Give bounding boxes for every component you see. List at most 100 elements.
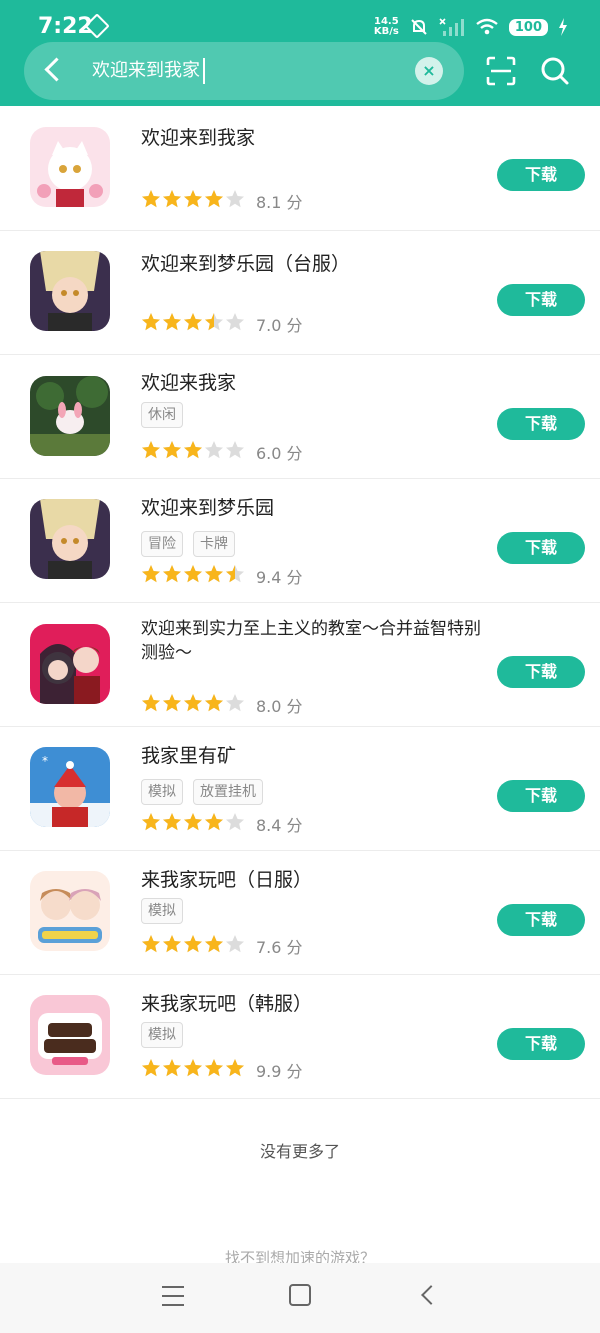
result-item[interactable]: 欢迎来到梦乐园 冒险 卡牌 9.4 分 下载 — [0, 478, 600, 603]
game-icon-image[interactable] — [30, 499, 110, 579]
download-button[interactable]: 下载 — [497, 159, 585, 191]
tag[interactable]: 模拟 — [141, 779, 183, 805]
search-input[interactable]: 欢迎来到我家 — [92, 58, 205, 84]
rating: 8.4 分 — [141, 812, 303, 836]
result-item[interactable]: 欢迎来到实力至上主义的教室～合并益智特别测验～ 8.0 分 下载 — [0, 602, 600, 727]
star-icon — [163, 1059, 181, 1077]
game-icon-image[interactable] — [30, 871, 110, 951]
star-icon — [226, 1059, 244, 1077]
game-title[interactable]: 欢迎来到梦乐园（台服） — [141, 252, 490, 276]
scan-icon[interactable] — [486, 56, 516, 86]
star-icon — [163, 190, 181, 208]
tag[interactable]: 模拟 — [141, 1022, 183, 1048]
game-title[interactable]: 我家里有矿 — [141, 744, 490, 768]
rating: 8.0 分 — [141, 693, 303, 717]
rating-score: 9.9 分 — [256, 1062, 303, 1081]
game-icon-image[interactable] — [30, 995, 110, 1075]
game-icon-image[interactable] — [30, 624, 110, 704]
tag-list: 模拟 — [141, 898, 183, 924]
wifi-icon — [476, 18, 498, 35]
star-icon — [142, 190, 160, 208]
result-item[interactable]: 来我家玩吧（韩服） 模拟 9.9 分 下载 — [0, 974, 600, 1099]
rating-stars — [141, 440, 246, 464]
game-icon-image[interactable] — [30, 127, 110, 207]
game-icon-image[interactable] — [30, 251, 110, 331]
star-icon — [205, 935, 223, 953]
network-speed: 14.5 KB/s — [374, 17, 399, 37]
star-icon — [184, 313, 202, 331]
download-button[interactable]: 下载 — [497, 1028, 585, 1060]
star-icon — [163, 565, 181, 583]
list-end-text: 没有更多了 — [259, 1142, 340, 1161]
rating-stars — [141, 312, 246, 336]
tag-list: 模拟 放置挂机 — [141, 779, 263, 805]
tag[interactable]: 冒险 — [141, 531, 183, 557]
result-item[interactable]: 欢迎来到梦乐园（台服） 7.0 分 下载 — [0, 230, 600, 355]
rating-stars — [141, 693, 246, 717]
star-icon — [205, 565, 223, 583]
download-button[interactable]: 下载 — [497, 284, 585, 316]
game-title[interactable]: 来我家玩吧（日服） — [141, 868, 490, 892]
game-title[interactable]: 来我家玩吧（韩服） — [141, 992, 490, 1016]
game-title[interactable]: 欢迎来到梦乐园 — [141, 496, 490, 520]
star-icon — [226, 565, 244, 583]
star-icon — [226, 935, 244, 953]
clear-search-button[interactable]: × — [415, 57, 443, 85]
rating-stars — [141, 564, 246, 588]
tag[interactable]: 休闲 — [141, 402, 183, 428]
star-icon — [226, 694, 244, 712]
star-icon — [142, 313, 160, 331]
star-icon — [142, 813, 160, 831]
tag[interactable]: 模拟 — [141, 898, 183, 924]
download-button[interactable]: 下载 — [497, 532, 585, 564]
game-title[interactable]: 欢迎来我家 — [141, 371, 490, 395]
rating: 8.1 分 — [141, 189, 303, 213]
star-icon — [142, 441, 160, 459]
star-icon — [226, 313, 244, 331]
result-item[interactable]: 欢迎来我家 休闲 6.0 分 下载 — [0, 354, 600, 479]
tag-list: 模拟 — [141, 1022, 183, 1048]
search-bar[interactable] — [24, 42, 464, 100]
download-button[interactable]: 下载 — [497, 904, 585, 936]
search-icon[interactable] — [540, 56, 570, 86]
star-icon — [184, 190, 202, 208]
signal-icon — [439, 18, 464, 36]
download-button[interactable]: 下载 — [497, 656, 585, 688]
rating-stars — [141, 1058, 246, 1082]
game-icon-image[interactable]: * — [30, 747, 110, 827]
rating-score: 8.0 分 — [256, 697, 303, 716]
star-icon — [205, 190, 223, 208]
download-button[interactable]: 下载 — [497, 408, 585, 440]
game-title[interactable]: 欢迎来到我家 — [141, 126, 490, 150]
home-icon[interactable] — [289, 1284, 311, 1306]
rating: 9.4 分 — [141, 564, 303, 588]
system-nav-bar — [0, 1263, 600, 1333]
download-button[interactable]: 下载 — [497, 780, 585, 812]
star-icon — [163, 313, 181, 331]
result-item[interactable]: * 我家里有矿 模拟 放置挂机 8.4 分 下载 — [0, 726, 600, 851]
star-icon — [226, 813, 244, 831]
rating: 6.0 分 — [141, 440, 303, 464]
tag-list: 冒险 卡牌 — [141, 531, 235, 557]
star-icon — [163, 694, 181, 712]
tag[interactable]: 卡牌 — [193, 531, 235, 557]
network-speed-unit: KB/s — [373, 26, 399, 37]
status-icons: 14.5 KB/s 100 — [374, 14, 568, 40]
rating: 9.9 分 — [141, 1058, 303, 1082]
back-icon[interactable] — [421, 1285, 441, 1305]
tag[interactable]: 放置挂机 — [193, 779, 263, 805]
charging-icon — [559, 18, 567, 36]
result-item[interactable]: 欢迎来到我家 8.1 分 下载 — [0, 106, 600, 231]
star-icon — [205, 694, 223, 712]
star-icon — [184, 694, 202, 712]
star-icon — [184, 813, 202, 831]
star-icon — [163, 441, 181, 459]
star-icon — [205, 1059, 223, 1077]
game-title[interactable]: 欢迎来到实力至上主义的教室～合并益智特别测验～ — [141, 617, 490, 665]
star-icon — [163, 935, 181, 953]
game-icon-image[interactable] — [30, 376, 110, 456]
star-icon — [163, 813, 181, 831]
menu-icon[interactable] — [162, 1286, 184, 1313]
result-item[interactable]: 来我家玩吧（日服） 模拟 7.6 分 下载 — [0, 850, 600, 975]
star-icon — [184, 441, 202, 459]
